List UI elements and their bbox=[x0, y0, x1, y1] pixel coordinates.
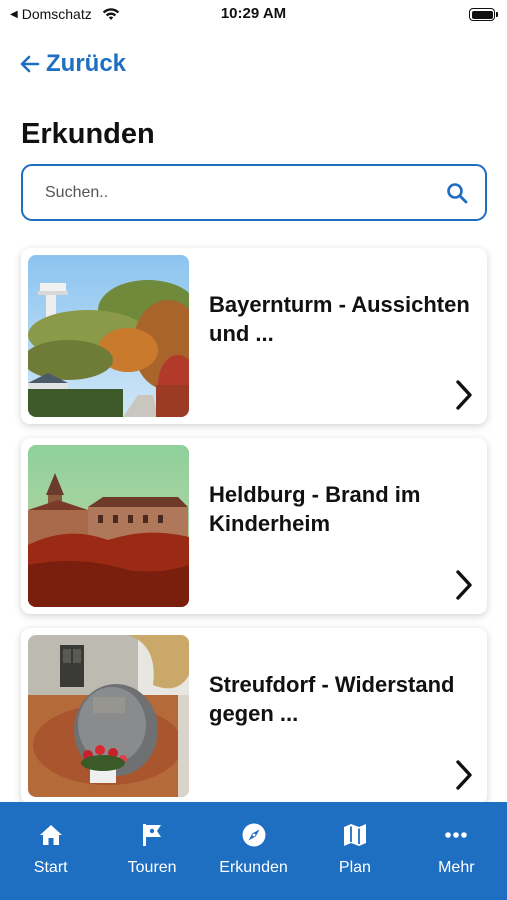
tab-mehr[interactable]: Mehr bbox=[406, 802, 507, 900]
tab-start[interactable]: Start bbox=[0, 802, 101, 900]
explore-list: Bayernturm - Aussichten und ... Heldburg… bbox=[21, 248, 487, 818]
item-title: Streufdorf - Widerstand gegen ... bbox=[209, 672, 455, 726]
more-icon bbox=[445, 832, 468, 838]
list-item[interactable]: Streufdorf - Widerstand gegen ... bbox=[21, 628, 487, 804]
chevron-right-icon bbox=[456, 760, 472, 790]
list-item[interactable]: Heldburg - Brand im Kinderheim bbox=[21, 438, 487, 614]
back-button-label: Zurück bbox=[46, 50, 127, 77]
tab-label: Plan bbox=[338, 859, 371, 876]
tab-plan[interactable]: Plan bbox=[304, 802, 405, 900]
item-title: Heldburg - Brand im Kinderheim bbox=[209, 482, 421, 536]
bayernturm-photo bbox=[28, 255, 189, 417]
status-time: 10:29 AM bbox=[220, 5, 287, 22]
map-icon bbox=[343, 824, 366, 846]
battery-icon bbox=[469, 8, 498, 21]
chevron-right-icon bbox=[456, 380, 472, 410]
arrow-left-icon bbox=[20, 55, 40, 73]
home-icon bbox=[39, 825, 62, 845]
tab-label: Mehr bbox=[438, 859, 475, 876]
streufdorf-photo bbox=[28, 635, 189, 797]
tab-label: Touren bbox=[127, 859, 177, 876]
page-title: Erkunden bbox=[21, 118, 155, 150]
tab-touren[interactable]: Touren bbox=[101, 802, 202, 900]
status-bar: ◀ Domschatz 10:29 AM bbox=[0, 0, 507, 30]
item-title: Bayernturm - Aussichten und ... bbox=[209, 292, 470, 346]
tab-bar: Start Touren Erkunden Plan Mehr bbox=[0, 802, 507, 900]
tab-label: Start bbox=[33, 859, 68, 876]
back-button[interactable]: Zurück bbox=[18, 50, 126, 78]
tab-erkunden[interactable]: Erkunden bbox=[203, 802, 304, 900]
tab-label: Erkunden bbox=[219, 859, 288, 876]
list-item[interactable]: Bayernturm - Aussichten und ... bbox=[21, 248, 487, 424]
search-box bbox=[21, 164, 487, 221]
search-icon[interactable] bbox=[445, 181, 469, 205]
heldburg-photo bbox=[28, 445, 189, 607]
chevron-right-icon bbox=[456, 570, 472, 600]
flag-icon bbox=[143, 824, 162, 846]
search-input[interactable] bbox=[45, 166, 445, 219]
compass-icon bbox=[242, 823, 266, 847]
